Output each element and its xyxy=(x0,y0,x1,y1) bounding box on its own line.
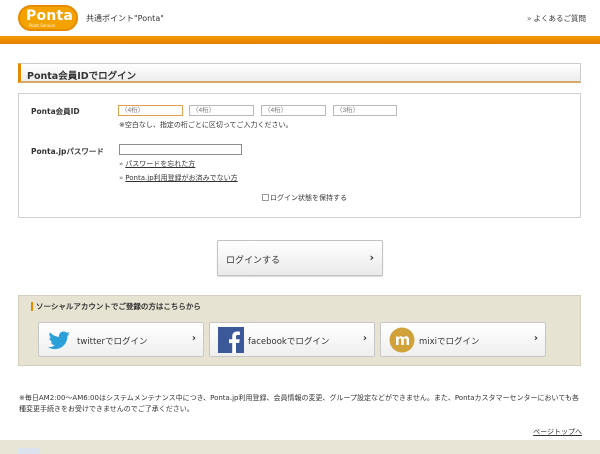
footer-bar xyxy=(0,440,600,454)
facebook-login-label: facebookでログイン xyxy=(248,337,330,347)
mixi-icon xyxy=(389,327,415,353)
register-label: Ponta.jp利用登録がお済みでない方 xyxy=(125,174,238,182)
id-field-3[interactable] xyxy=(261,105,326,116)
login-title-bar: Ponta会員IDでログイン xyxy=(18,63,581,83)
remember-label: ログイン状態を保持する xyxy=(270,194,347,202)
chevron-right-icon: › xyxy=(533,333,538,344)
id-label: Ponta会員ID xyxy=(31,107,80,116)
chevron-right-icon: » xyxy=(119,160,124,168)
twitter-login-button[interactable]: twitterでログイン › xyxy=(38,322,204,357)
register-link[interactable]: » Ponta.jp利用登録がお済みでない方 xyxy=(119,173,238,183)
logo-text: Ponta xyxy=(26,8,73,24)
social-title: ソーシャルアカウントでご登録の方はこちらから xyxy=(31,302,201,311)
id-field-1[interactable] xyxy=(118,105,183,116)
mixi-login-button[interactable]: mixiでログイン › xyxy=(380,322,546,357)
remember-checkbox[interactable] xyxy=(262,194,269,201)
mixi-login-label: mixiでログイン xyxy=(419,337,480,347)
faq-link[interactable]: » よくあるご質問 xyxy=(527,13,586,24)
page-top-link[interactable]: ページトップへ xyxy=(533,427,582,437)
password-input[interactable] xyxy=(119,144,242,155)
facebook-login-button[interactable]: facebookでログイン › xyxy=(209,322,375,357)
header-tagline: 共通ポイント"Ponta" xyxy=(86,14,164,23)
chevron-right-icon: › xyxy=(362,333,367,344)
login-button[interactable]: ログインする › xyxy=(217,240,383,276)
footer-logo xyxy=(18,448,40,454)
forgot-password-label: パスワードを忘れた方 xyxy=(125,160,196,168)
id-field-2[interactable] xyxy=(189,105,254,116)
facebook-f-icon xyxy=(218,327,244,353)
logo-sub: Point Service xyxy=(29,23,55,28)
chevron-right-icon: » xyxy=(526,14,532,23)
twitter-login-label: twitterでログイン xyxy=(77,337,148,347)
id-field-4[interactable] xyxy=(333,105,397,116)
ponta-logo[interactable]: Ponta Point Service xyxy=(18,5,78,31)
page-title: Ponta会員IDでログイン xyxy=(27,71,137,82)
orange-divider xyxy=(0,36,600,44)
chevron-right-icon: › xyxy=(369,251,374,264)
id-note: ※空白なし、指定の桁ごとに区切ってご入力ください。 xyxy=(119,121,293,129)
maintenance-note: ※毎日AM2:00～AM6:00はシステムメンテナンス中につき、Ponta.jp… xyxy=(19,394,579,413)
password-label: Ponta.jpパスワード xyxy=(31,147,104,156)
twitter-bird-icon xyxy=(48,331,70,350)
faq-link-label: よくあるご質問 xyxy=(533,14,587,23)
login-button-label: ログインする xyxy=(226,256,281,266)
chevron-right-icon: » xyxy=(119,174,124,182)
chevron-right-icon: › xyxy=(191,333,196,344)
header: Ponta Point Service 共通ポイント"Ponta" » よくあるご… xyxy=(0,0,600,36)
forgot-password-link[interactable]: » パスワードを忘れた方 xyxy=(119,159,195,169)
